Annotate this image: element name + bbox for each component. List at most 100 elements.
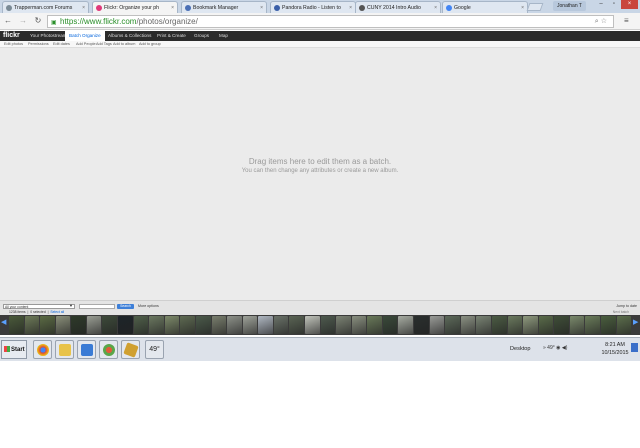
system-tray[interactable]: » 49° ◉ ◀) [543,345,567,351]
photostream-search-input[interactable] [79,304,115,309]
photo-thumbnail[interactable] [382,316,398,334]
photo-thumbnail[interactable] [616,316,632,334]
select-all-link[interactable]: Select all [50,310,64,314]
photo-thumbnail[interactable] [9,316,24,334]
nav-batch-organize[interactable]: Batch Organize [65,31,105,41]
photo-thumbnail[interactable] [585,316,600,334]
batch-drop-area[interactable]: Drag items here to edit them as a batch.… [0,48,640,300]
tab-cuny[interactable]: CUNY 2014 Intro Audio × [355,1,441,13]
photo-thumbnail[interactable] [164,316,180,334]
tab-flickr[interactable]: Flickr: Organize your ph × [92,1,178,13]
address-bar[interactable]: ▣ https://www.flickr.com /photos/organiz… [47,15,614,28]
nav-map[interactable]: Map [215,31,232,41]
photo-thumbnail[interactable] [476,316,491,334]
photo-thumbnail[interactable] [523,316,538,334]
tab-pandora[interactable]: Pandora Radio - Listen to × [270,1,356,13]
photo-thumbnail[interactable] [429,316,445,334]
show-desktop-button[interactable] [631,343,638,352]
photo-thumbnail[interactable] [227,316,242,334]
photo-thumbnail[interactable] [195,316,211,334]
network-icon: ◉ [556,345,561,351]
close-icon[interactable]: × [260,5,263,11]
close-icon[interactable]: × [434,5,437,11]
photo-thumbnail[interactable] [320,316,336,334]
scroll-right-icon[interactable]: ▶ [633,318,638,326]
jump-to-date-link[interactable]: Jump to date [616,304,637,308]
nav-albums-collections[interactable]: Albums & Collections [104,31,155,41]
tab-trapperman[interactable]: Trapperman.com Forums × [2,1,89,13]
more-options-link[interactable]: More options [138,304,159,308]
close-icon[interactable]: × [349,5,352,11]
action-add-tags[interactable]: Add Tags [96,42,112,46]
desktop-toolbar-label[interactable]: Desktop [510,346,531,352]
photo-thumbnail[interactable] [600,316,616,334]
system-clock[interactable]: 8:21 AM 10/15/2015 [598,341,632,357]
action-add-people[interactable]: Add People [76,42,96,46]
close-icon[interactable]: × [521,5,524,11]
photo-thumbnail[interactable] [289,316,304,334]
flickr-logo[interactable]: flickr [3,32,20,39]
photo-thumbnail[interactable] [273,316,289,334]
photo-thumbnail[interactable] [491,316,507,334]
action-edit-dates[interactable]: Edit dates [53,42,70,46]
next-batch-link[interactable]: Next batch [613,310,629,314]
photo-thumbnail[interactable] [40,316,55,334]
chrome-menu-icon[interactable]: ≡ [624,16,629,25]
photo-thumbnail[interactable] [180,316,195,334]
tab-bookmark-manager[interactable]: Bookmark Manager × [181,1,267,13]
photo-thumbnail[interactable] [336,316,351,334]
user-profile-button[interactable]: Jonathan T [553,1,586,11]
photo-thumbnail[interactable] [445,316,460,334]
action-edit-photos[interactable]: Edit photos [4,42,23,46]
close-window-icon[interactable]: × [621,0,638,9]
photo-thumbnail[interactable] [554,316,569,334]
photo-thumbnail[interactable] [367,316,382,334]
photo-thumbnail[interactable] [86,316,102,334]
photo-thumbnail[interactable] [71,316,86,334]
photo-thumbnail[interactable] [242,316,258,334]
taskbar-other[interactable] [121,340,140,359]
photo-thumbnail[interactable] [351,316,367,334]
minimize-icon[interactable]: – [595,0,607,9]
close-icon[interactable]: × [171,5,174,11]
photo-thumbnail[interactable] [460,316,476,334]
close-icon[interactable]: × [82,5,85,11]
action-permissions[interactable]: Permissions [28,42,49,46]
taskbar-app[interactable] [77,340,96,359]
new-tab-button[interactable] [526,3,544,11]
action-add-to-group[interactable]: Add to group [139,42,161,46]
forward-icon[interactable]: → [18,16,28,26]
photo-thumbnail[interactable] [414,316,429,334]
nav-groups[interactable]: Groups [190,31,213,41]
taskbar-chrome[interactable] [33,340,52,359]
photo-thumbnail[interactable] [211,316,227,334]
photo-thumbnail[interactable] [398,316,414,334]
taskbar-media[interactable] [99,340,118,359]
nav-print-create[interactable]: Print & Create [153,31,190,41]
nav-your-photostream[interactable]: Your Photostream [26,31,71,41]
taskbar-explorer[interactable] [55,340,74,359]
photo-thumbnail[interactable] [569,316,585,334]
back-icon[interactable]: ← [3,16,13,26]
start-button[interactable]: Start [1,340,27,359]
photo-thumbnail[interactable] [149,316,164,334]
maximize-icon[interactable]: ▫ [608,0,620,9]
scroll-left-icon[interactable]: ◀ [1,318,6,326]
photo-thumbnail[interactable] [102,316,118,334]
photo-thumbnail[interactable] [258,316,273,334]
content-filter-select[interactable]: All your content ▼ [3,304,75,309]
zoom-and-bookmark-icons[interactable]: ⌕☆ [595,17,609,26]
photo-thumbnail[interactable] [133,316,149,334]
photo-thumbnail[interactable] [55,316,71,334]
tab-google[interactable]: Google × [442,1,528,13]
photo-thumbnail[interactable] [118,316,133,334]
photo-thumbnail[interactable] [24,316,40,334]
tray-arrow-icon[interactable]: » [543,345,546,351]
action-add-to-album[interactable]: Add to album [113,42,135,46]
weather-widget[interactable]: 49° [145,340,164,359]
search-button[interactable]: Search [117,304,134,309]
photo-thumbnail[interactable] [507,316,523,334]
reload-icon[interactable]: ↻ [33,16,43,26]
photo-thumbnail[interactable] [538,316,554,334]
photo-thumbnail[interactable] [304,316,320,334]
